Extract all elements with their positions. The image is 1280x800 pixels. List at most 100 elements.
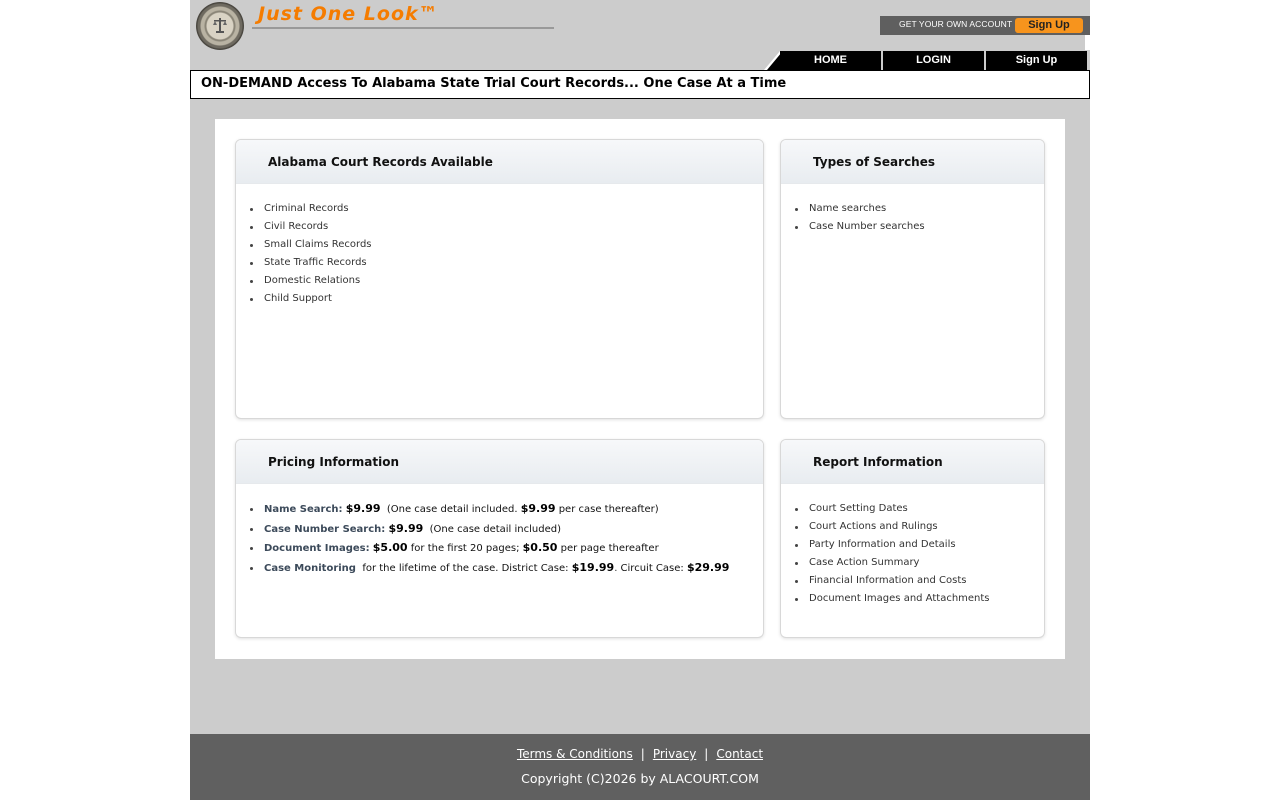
report-info-card-title: Report Information: [813, 455, 943, 469]
list-item-label: Court Actions and Rulings: [809, 521, 938, 532]
bullet-icon: [795, 580, 798, 583]
bullet-icon: [795, 208, 798, 211]
pricing-price: $0.50: [522, 541, 558, 554]
pricing-label: Name Search:: [264, 504, 343, 515]
records-card: Alabama Court Records Available Criminal…: [235, 139, 764, 419]
report-info-list: Court Setting Dates Court Actions and Ru…: [795, 502, 990, 610]
bullet-icon: [250, 280, 253, 283]
account-bar-stub: [1085, 35, 1090, 50]
pricing-item-name-search: Name Search: $9.99 (One case detail incl…: [250, 502, 729, 522]
search-types-card-title: Types of Searches: [813, 155, 936, 169]
pricing-price: $9.99: [388, 521, 424, 535]
list-item-label: State Traffic Records: [264, 257, 367, 268]
records-list: Criminal Records Civil Records Small Cla…: [250, 202, 372, 310]
court-seal-icon[interactable]: [196, 2, 244, 50]
brand-underline: [252, 27, 554, 29]
list-item-label: Case Action Summary: [809, 557, 920, 568]
bullet-icon: [250, 262, 253, 265]
report-info-card: Report Information Court Setting Dates C…: [780, 439, 1045, 638]
pricing-text: (One case detail included): [429, 523, 561, 535]
pricing-price: $19.99: [571, 560, 615, 574]
bullet-icon: [250, 508, 253, 511]
main-content: Alabama Court Records Available Criminal…: [215, 119, 1065, 659]
pricing-item-document-images: Document Images: $5.00 for the first 20 …: [250, 541, 729, 561]
tagline: ON-DEMAND Access To Alabama State Trial …: [201, 76, 787, 91]
site-footer: Terms & Conditions | Privacy | Contact Copyr…: [190, 734, 1090, 800]
tagline-bar: ON-DEMAND Access To Alabama State Trial …: [190, 70, 1090, 99]
pricing-price: $9.99: [520, 502, 556, 515]
nav-login[interactable]: LOGIN: [883, 51, 984, 70]
list-item-label: Domestic Relations: [264, 275, 361, 286]
pricing-label: Case Monitoring: [264, 562, 356, 574]
bullet-icon: [795, 526, 798, 529]
list-item: Court Actions and Rulings: [795, 520, 990, 538]
footer-links: Terms & Conditions | Privacy | Contact: [190, 747, 1090, 761]
nav-signup[interactable]: Sign Up: [986, 51, 1087, 70]
list-item-label: Name searches: [809, 203, 887, 214]
pricing-text: for the first 20 pages;: [410, 543, 520, 554]
records-card-title: Alabama Court Records Available: [268, 155, 493, 169]
footer-link-privacy[interactable]: Privacy: [653, 747, 696, 761]
search-types-card-header: Types of Searches: [781, 140, 1044, 184]
pricing-list: Name Search: $9.99 (One case detail incl…: [250, 502, 730, 581]
bullet-icon: [795, 226, 798, 229]
list-item-label: Civil Records: [264, 221, 329, 232]
page-frame: Just One Look™ GET YOUR OWN ACCOUNT Sign…: [190, 0, 1090, 800]
list-item-label: Criminal Records: [264, 203, 349, 214]
bullet-icon: [250, 298, 253, 301]
bullet-icon: [795, 562, 798, 565]
list-item: Small Claims Records: [250, 238, 372, 256]
list-item-label: Court Setting Dates: [809, 503, 908, 514]
pricing-price: $29.99: [686, 560, 730, 574]
nav-home[interactable]: HOME: [780, 51, 881, 70]
search-types-list: Name searches Case Number searches: [795, 202, 925, 238]
header-signup-button[interactable]: Sign Up: [1015, 18, 1083, 33]
site-header: Just One Look™ GET YOUR OWN ACCOUNT Sign…: [190, 0, 1090, 70]
footer-separator: |: [704, 747, 709, 761]
list-item-label: Case Number searches: [809, 221, 925, 232]
list-item-label: Party Information and Details: [809, 539, 956, 550]
account-bar: GET YOUR OWN ACCOUNT Sign Up: [880, 16, 1090, 35]
pricing-card-title: Pricing Information: [268, 455, 399, 469]
list-item: Court Setting Dates: [795, 502, 990, 520]
list-item: Civil Records: [250, 220, 372, 238]
brand-logo-text[interactable]: Just One Look™: [258, 3, 439, 25]
list-item: State Traffic Records: [250, 256, 372, 274]
list-item-label: Document Images and Attachments: [809, 593, 990, 604]
pricing-item-case-number-search: Case Number Search: $9.99 (One case deta…: [250, 521, 729, 542]
pricing-item-case-monitoring: Case Monitoring for the lifetime of the …: [250, 560, 730, 581]
list-item-label: Financial Information and Costs: [809, 575, 967, 586]
pricing-card: Pricing Information Name Search: $9.99 (…: [235, 439, 764, 638]
pricing-text: per page thereafter: [560, 543, 659, 554]
pricing-card-header: Pricing Information: [236, 440, 763, 484]
scales-icon: [213, 18, 227, 33]
records-card-header: Alabama Court Records Available: [236, 140, 763, 184]
list-item: Domestic Relations: [250, 274, 372, 292]
pricing-text: for the lifetime of the case. District C…: [362, 562, 569, 574]
copyright: Copyright (C)2026 by ALACOURT.COM: [521, 771, 759, 786]
bullet-icon: [795, 508, 798, 511]
list-item: Party Information and Details: [795, 538, 990, 556]
main-nav: HOME LOGIN Sign Up: [764, 51, 1090, 70]
list-item-label: Child Support: [264, 293, 332, 304]
pricing-label: Case Number Search:: [264, 523, 386, 535]
bullet-icon: [795, 598, 798, 601]
list-item: Criminal Records: [250, 202, 372, 220]
bullet-icon: [250, 547, 253, 550]
pricing-text: Circuit Case:: [620, 562, 684, 574]
bullet-icon: [250, 527, 253, 531]
report-info-card-header: Report Information: [781, 440, 1044, 484]
list-item: Financial Information and Costs: [795, 574, 990, 592]
list-item: Child Support: [250, 292, 372, 310]
search-types-card: Types of Searches Name searches Case Num…: [780, 139, 1045, 419]
footer-link-contact[interactable]: Contact: [716, 747, 763, 761]
footer-link-terms[interactable]: Terms & Conditions: [517, 747, 633, 761]
list-item-label: Small Claims Records: [264, 239, 372, 250]
bullet-icon: [250, 208, 253, 211]
bullet-icon: [250, 226, 253, 229]
list-item: Case Action Summary: [795, 556, 990, 574]
bullet-icon: [250, 566, 253, 570]
list-item: Case Number searches: [795, 220, 925, 238]
pricing-label: Document Images:: [264, 543, 370, 554]
pricing-price: $9.99: [345, 502, 381, 515]
